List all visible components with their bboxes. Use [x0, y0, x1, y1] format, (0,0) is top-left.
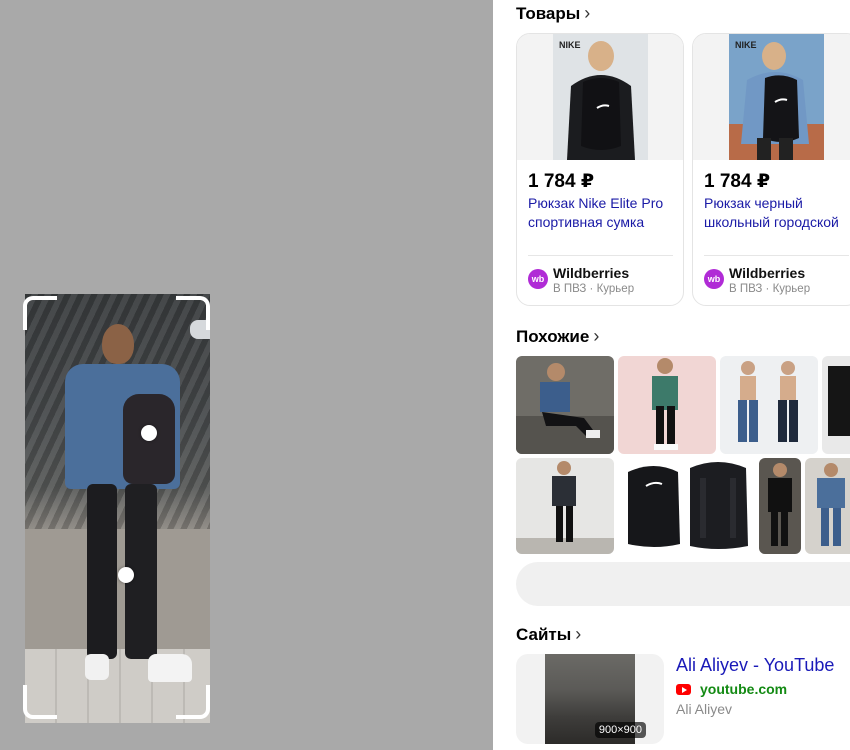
product-card[interactable]: NIKE 1 784 ₽ Рюкзак Nike Elite Pro спорт… — [516, 33, 684, 306]
sneaker-left — [85, 654, 109, 680]
refine-search-bar[interactable] — [516, 562, 850, 606]
similar-image[interactable] — [516, 356, 614, 454]
shop-name[interactable]: Wildberries — [729, 265, 805, 281]
similar-image[interactable] — [822, 356, 850, 454]
chevron-right-icon: › — [575, 624, 582, 644]
results-pane: Товары › NIKE 1 784 ₽ Рюкзак Nike Elite … — [493, 0, 850, 750]
product-photo: NIKE — [729, 34, 824, 160]
shop-name[interactable]: Wildberries — [553, 265, 629, 281]
similar-image[interactable] — [759, 458, 801, 554]
wildberries-logo-icon: wb — [528, 269, 548, 289]
product-image: NIKE — [517, 34, 683, 160]
object-hotspot-jeans[interactable] — [118, 567, 134, 583]
sneaker-right — [148, 654, 192, 682]
product-price: 1 784 ₽ — [704, 171, 771, 192]
image-viewer — [0, 0, 493, 750]
chevron-right-icon: › — [584, 3, 591, 23]
site-result-domain[interactable]: youtube.com — [700, 681, 787, 697]
product-image: NIKE — [693, 34, 850, 160]
crop-corner-top-left[interactable] — [23, 296, 57, 330]
wildberries-logo-icon: wb — [704, 269, 724, 289]
product-card[interactable]: NIKE 1 784 ₽ Рюкзак черный школьный горо… — [692, 33, 850, 306]
jeans-left — [87, 484, 117, 659]
sites-section-header[interactable]: Сайты › — [516, 624, 581, 645]
similar-section-header[interactable]: Похожие › — [516, 326, 599, 347]
divider — [704, 255, 849, 256]
products-section-header[interactable]: Товары › — [516, 3, 590, 24]
delivery-options: В ПВЗ · Курьер — [553, 283, 635, 295]
similar-image[interactable] — [516, 458, 614, 554]
product-title[interactable]: Рюкзак Nike Elite Pro спортивная сумка — [528, 194, 680, 232]
svg-text:NIKE: NIKE — [559, 40, 581, 50]
products-section-title: Товары — [516, 3, 581, 23]
delivery-options: В ПВЗ · Курьер — [729, 283, 811, 295]
crop-corner-bottom-right[interactable] — [176, 685, 210, 719]
product-price: 1 784 ₽ — [528, 171, 595, 192]
chevron-right-icon: › — [593, 326, 600, 346]
object-hotspot-backpack[interactable] — [141, 425, 157, 441]
selected-photo — [25, 294, 210, 723]
person-head — [102, 324, 134, 364]
site-result-title[interactable]: Ali Aliyev - YouTube — [676, 655, 834, 676]
similar-section-title: Похожие — [516, 326, 590, 346]
site-result-author: Ali Aliyev — [676, 701, 733, 717]
image-size-badge: 900×900 — [594, 722, 646, 738]
youtube-icon — [676, 684, 691, 695]
stone-wall — [25, 529, 210, 649]
divider — [528, 255, 673, 256]
similar-image[interactable] — [720, 356, 818, 454]
crop-corner-top-right[interactable] — [176, 296, 210, 330]
product-photo: NIKE — [553, 34, 648, 160]
sites-section-title: Сайты — [516, 624, 572, 644]
similar-image[interactable] — [618, 356, 716, 454]
svg-text:NIKE: NIKE — [735, 40, 757, 50]
site-result-thumbnail[interactable]: 900×900 — [516, 654, 664, 744]
product-title[interactable]: Рюкзак черный школьный городской — [704, 194, 850, 232]
crop-corner-bottom-left[interactable] — [23, 685, 57, 719]
similar-image[interactable] — [805, 458, 850, 554]
similar-image[interactable] — [618, 458, 755, 554]
